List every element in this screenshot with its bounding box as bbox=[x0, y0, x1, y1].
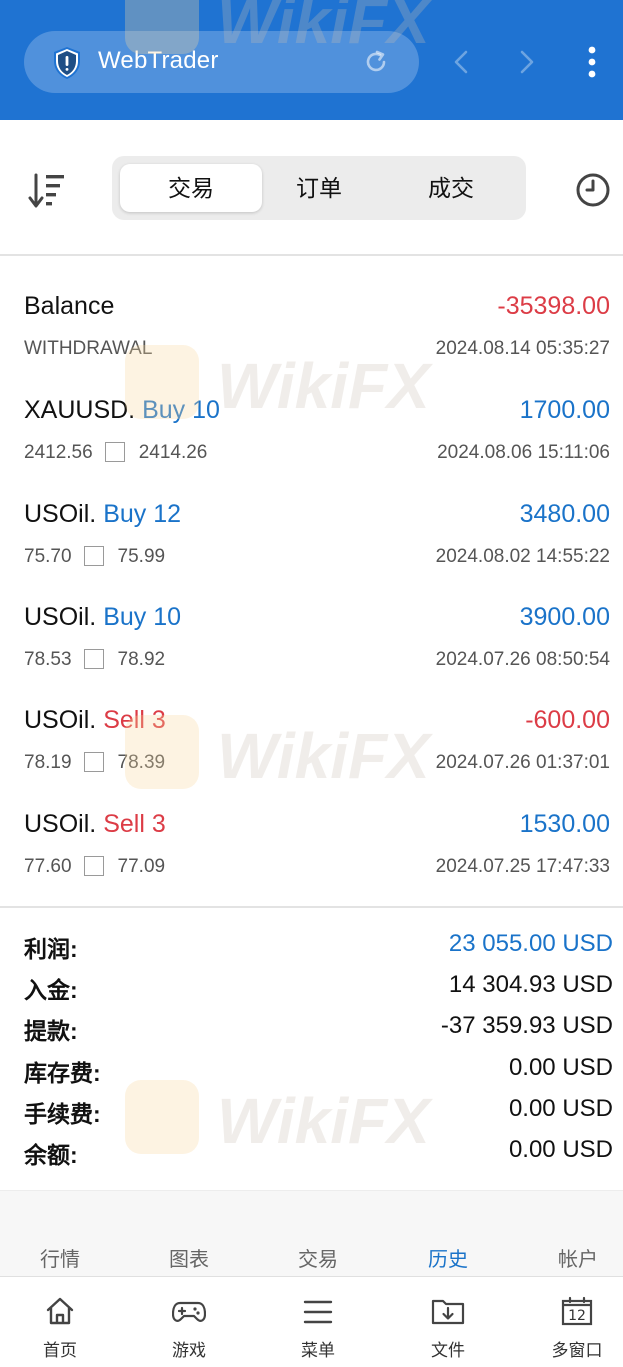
browser-home-label: 首页 bbox=[43, 1341, 77, 1360]
summary-label: 手续费: bbox=[24, 1101, 101, 1127]
gamepad-icon bbox=[172, 1301, 206, 1322]
deal-row[interactable]: USOil. Buy 12 3480.00 75.70 75.99 2024.08… bbox=[0, 500, 623, 604]
deal-close-price: 78.92 bbox=[117, 649, 166, 670]
deal-profit: 3480.00 bbox=[519, 500, 610, 528]
arrow-placeholder-icon bbox=[83, 546, 104, 566]
deal-time: 2024.07.26 01:37:01 bbox=[435, 752, 610, 773]
balance-amount: -35398.00 bbox=[497, 292, 610, 320]
deal-close-price: 77.09 bbox=[117, 856, 166, 877]
deal-close-price: 75.99 bbox=[117, 546, 166, 567]
deal-profit: 1530.00 bbox=[519, 810, 610, 838]
nav-account[interactable]: 帐户 bbox=[538, 1243, 618, 1272]
browser-games-label: 游戏 bbox=[172, 1341, 206, 1360]
summary-value: 0.00 USD bbox=[508, 1136, 613, 1163]
deal-row[interactable]: USOil. Sell 3 -600.00 78.19 78.39 2024.07… bbox=[0, 706, 623, 810]
summary-value: 0.00 USD bbox=[508, 1095, 613, 1122]
deal-time: 2024.07.26 08:50:54 bbox=[435, 649, 610, 670]
tab-deals[interactable]: 成交 bbox=[380, 164, 522, 212]
summary-label: 库存费: bbox=[24, 1060, 101, 1086]
summary-row-swap: 库存费: 0.00 USD bbox=[0, 1054, 623, 1094]
deal-side: Buy 10 bbox=[142, 396, 220, 424]
summary-value: -37 359.93 USD bbox=[440, 1012, 613, 1039]
deal-time: 2024.08.02 14:55:22 bbox=[435, 546, 610, 567]
deal-open-price: 78.19 bbox=[24, 752, 72, 773]
deal-profit: 3900.00 bbox=[519, 603, 610, 631]
browser-games-button[interactable]: 游戏 bbox=[144, 1276, 234, 1366]
deal-open-price: 2412.56 bbox=[24, 442, 93, 463]
deal-open-price: 75.70 bbox=[24, 546, 72, 567]
summary-row-withdrawal: 提款: -37 359.93 USD bbox=[0, 1012, 623, 1052]
deal-open-price: 77.60 bbox=[24, 856, 72, 877]
arrow-placeholder-icon bbox=[104, 442, 125, 462]
nav-charts[interactable]: 图表 bbox=[149, 1243, 229, 1272]
browser-menu-button[interactable]: 菜单 bbox=[273, 1276, 363, 1366]
summary-label: 利润: bbox=[24, 936, 78, 962]
summary-row-profit: 利润: 23 055.00 USD bbox=[0, 930, 623, 970]
summary-value: 14 304.93 USD bbox=[448, 971, 613, 998]
deal-row[interactable]: XAUUSD. Buy 10 1700.00 2412.56 2414.26 20… bbox=[0, 396, 623, 500]
deal-side: Sell 3 bbox=[103, 706, 166, 734]
browser-windows-button[interactable]: 12 多窗口 bbox=[532, 1276, 622, 1366]
back-icon[interactable] bbox=[450, 48, 474, 76]
summary-value: 0.00 USD bbox=[508, 1054, 613, 1081]
summary-label: 提款: bbox=[24, 1018, 78, 1044]
summary-value: 23 055.00 USD bbox=[448, 930, 613, 957]
shield-warning-icon[interactable] bbox=[52, 46, 82, 80]
nav-quotes[interactable]: 行情 bbox=[20, 1243, 100, 1272]
divider bbox=[0, 906, 623, 908]
app-bottom-nav: 行情 图表 交易 历史 帐户 bbox=[0, 1190, 623, 1277]
nav-history[interactable]: 历史 bbox=[408, 1243, 488, 1272]
menu-icon bbox=[303, 1300, 333, 1324]
sort-icon[interactable] bbox=[28, 172, 68, 210]
deal-close-price: 2414.26 bbox=[138, 442, 208, 463]
balance-time: 2024.08.14 05:35:27 bbox=[435, 338, 610, 359]
summary-label: 余额: bbox=[24, 1142, 78, 1168]
browser-home-button[interactable]: 首页 bbox=[15, 1276, 105, 1366]
address-bar[interactable] bbox=[24, 31, 419, 93]
deal-symbol: USOil. bbox=[24, 603, 97, 631]
reload-icon[interactable] bbox=[362, 48, 390, 76]
summary-label: 入金: bbox=[24, 977, 78, 1003]
browser-menu-label: 菜单 bbox=[301, 1341, 335, 1360]
deal-row[interactable]: USOil. Buy 10 3900.00 78.53 78.92 2024.07… bbox=[0, 603, 623, 707]
deal-time: 2024.07.25 17:47:33 bbox=[435, 856, 610, 877]
summary-row-deposit: 入金: 14 304.93 USD bbox=[0, 971, 623, 1011]
forward-icon[interactable] bbox=[514, 48, 538, 76]
arrow-placeholder-icon bbox=[83, 649, 104, 669]
browser-files-button[interactable]: 文件 bbox=[403, 1276, 493, 1366]
tab-orders[interactable]: 订单 bbox=[248, 164, 390, 212]
deal-symbol: USOil. bbox=[24, 810, 97, 838]
summary-row-commission: 手续费: 0.00 USD bbox=[0, 1095, 623, 1135]
deal-side: Buy 10 bbox=[103, 603, 182, 631]
more-vertical-icon[interactable] bbox=[580, 44, 604, 80]
folder-download-icon bbox=[431, 1299, 465, 1325]
deal-row[interactable]: USOil. Sell 3 1530.00 77.60 77.09 2024.07… bbox=[0, 810, 623, 914]
deal-profit: -600.00 bbox=[525, 706, 610, 734]
nav-trade[interactable]: 交易 bbox=[278, 1243, 358, 1272]
browser-windows-label: 多窗口 bbox=[551, 1341, 603, 1360]
tab-trades[interactable]: 交易 bbox=[120, 164, 262, 212]
deal-symbol: USOil. bbox=[24, 706, 97, 734]
url-text[interactable]: WebTrader bbox=[98, 47, 219, 75]
browser-files-label: 文件 bbox=[431, 1341, 465, 1360]
clock-icon[interactable] bbox=[575, 172, 611, 208]
summary-row-balance: 余额: 0.00 USD bbox=[0, 1136, 623, 1176]
windows-count-badge: 12 bbox=[568, 1308, 586, 1324]
home-icon bbox=[46, 1297, 74, 1325]
deal-side: Buy 12 bbox=[103, 500, 182, 528]
deal-profit: 1700.00 bbox=[519, 396, 610, 424]
deal-symbol: XAUUSD. bbox=[24, 396, 136, 424]
balance-title: Balance bbox=[24, 292, 115, 320]
deal-time: 2024.08.06 15:11:06 bbox=[437, 442, 610, 463]
deal-symbol: USOil. bbox=[24, 500, 97, 528]
deal-side: Sell 3 bbox=[103, 810, 166, 838]
arrow-placeholder-icon bbox=[83, 856, 104, 876]
deal-close-price: 78.39 bbox=[117, 752, 166, 773]
balance-type: WITHDRAWAL bbox=[24, 338, 153, 359]
deal-open-price: 78.53 bbox=[24, 649, 72, 670]
balance-row[interactable]: Balance -35398.00 WITHDRAWAL 2024.08.14 … bbox=[0, 292, 623, 396]
arrow-placeholder-icon bbox=[83, 752, 104, 772]
